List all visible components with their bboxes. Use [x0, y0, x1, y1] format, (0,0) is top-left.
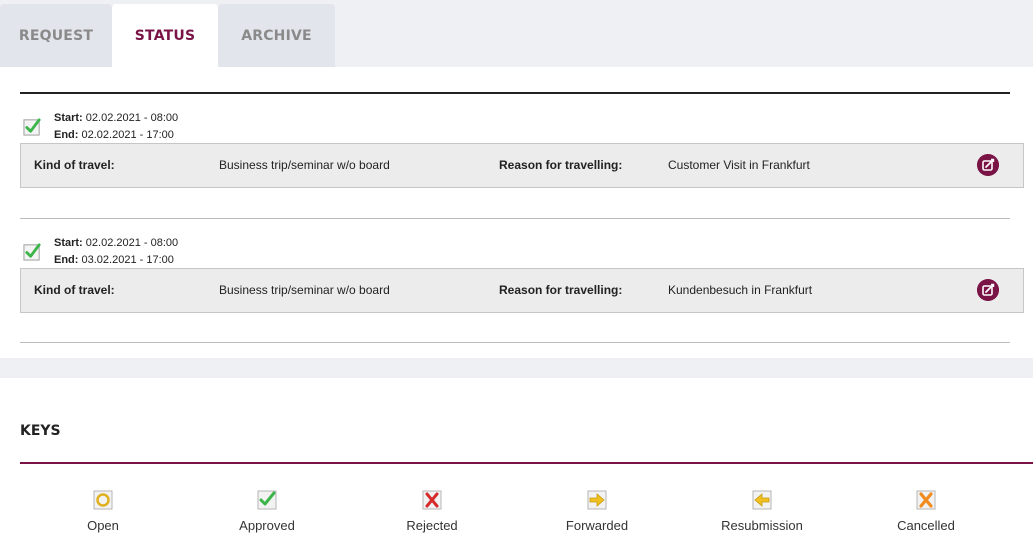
entry-details: Kind of travel: Business trip/seminar w/…: [20, 268, 1024, 313]
entry-dates: Start: 02.02.2021 - 08:00 End: 03.02.202…: [54, 235, 178, 269]
cancelled-x-icon: [916, 490, 936, 510]
entry-details: Kind of travel: Business trip/seminar w/…: [20, 143, 1024, 188]
end-value: 03.02.2021 - 17:00: [81, 254, 174, 266]
reason-label: Reason for travelling:: [499, 158, 623, 172]
keys-title: KEYS: [20, 423, 61, 439]
rejected-x-icon: [422, 490, 442, 510]
status-panel: Start: 02.02.2021 - 08:00 End: 02.02.202…: [0, 67, 1033, 358]
tab-request[interactable]: REQUEST: [0, 4, 112, 67]
approved-check-icon: [23, 118, 41, 136]
entry-dates: Start: 02.02.2021 - 08:00 End: 02.02.202…: [54, 110, 178, 144]
edit-icon[interactable]: [977, 279, 999, 301]
keys-divider: [20, 462, 1033, 464]
entry-divider: [20, 342, 1010, 343]
start-label: Start:: [54, 112, 83, 124]
forwarded-arrow-icon: [587, 490, 607, 510]
key-item-approved: Approved: [197, 490, 337, 533]
panel-top-divider: [20, 92, 1010, 94]
keys-section-gap: [0, 358, 1033, 378]
entry-divider: [20, 218, 1010, 219]
key-item-open: Open: [33, 490, 173, 533]
kind-of-travel-label: Kind of travel:: [34, 283, 115, 297]
approved-check-icon: [257, 490, 277, 510]
reason-label: Reason for travelling:: [499, 283, 623, 297]
kind-of-travel-value: Business trip/seminar w/o board: [219, 158, 390, 172]
key-item-forwarded: Forwarded: [527, 490, 667, 533]
tab-archive[interactable]: ARCHIVE: [218, 4, 335, 67]
key-label-rejected: Rejected: [406, 518, 458, 533]
key-label-resubmission: Resubmission: [721, 518, 803, 533]
reason-value: Kundenbesuch in Frankfurt: [668, 283, 813, 297]
key-item-rejected: Rejected: [362, 490, 502, 533]
key-label-forwarded: Forwarded: [565, 518, 629, 533]
key-item-cancelled: Cancelled: [856, 490, 996, 533]
end-label: End:: [54, 254, 79, 266]
start-label: Start:: [54, 237, 83, 249]
key-item-resubmission: Resubmission: [692, 490, 832, 533]
key-label-cancelled: Cancelled: [897, 518, 955, 533]
end-label: End:: [54, 129, 79, 141]
kind-of-travel-value: Business trip/seminar w/o board: [219, 283, 390, 297]
reason-value: Customer Visit in Frankfurt: [668, 158, 810, 172]
tab-bar: REQUEST STATUS ARCHIVE: [0, 0, 1033, 67]
approved-check-icon: [23, 243, 41, 261]
edit-icon[interactable]: [977, 154, 999, 176]
key-label-approved: Approved: [239, 518, 295, 533]
resubmission-arrow-icon: [752, 490, 772, 510]
tab-status[interactable]: STATUS: [112, 4, 218, 67]
start-value: 02.02.2021 - 08:00: [85, 237, 179, 249]
start-value: 02.02.2021 - 08:00: [85, 112, 179, 124]
key-label-open: Open: [87, 518, 119, 533]
kind-of-travel-label: Kind of travel:: [34, 158, 115, 172]
open-circle-icon: [93, 490, 113, 510]
end-value: 02.02.2021 - 17:00: [81, 129, 174, 141]
